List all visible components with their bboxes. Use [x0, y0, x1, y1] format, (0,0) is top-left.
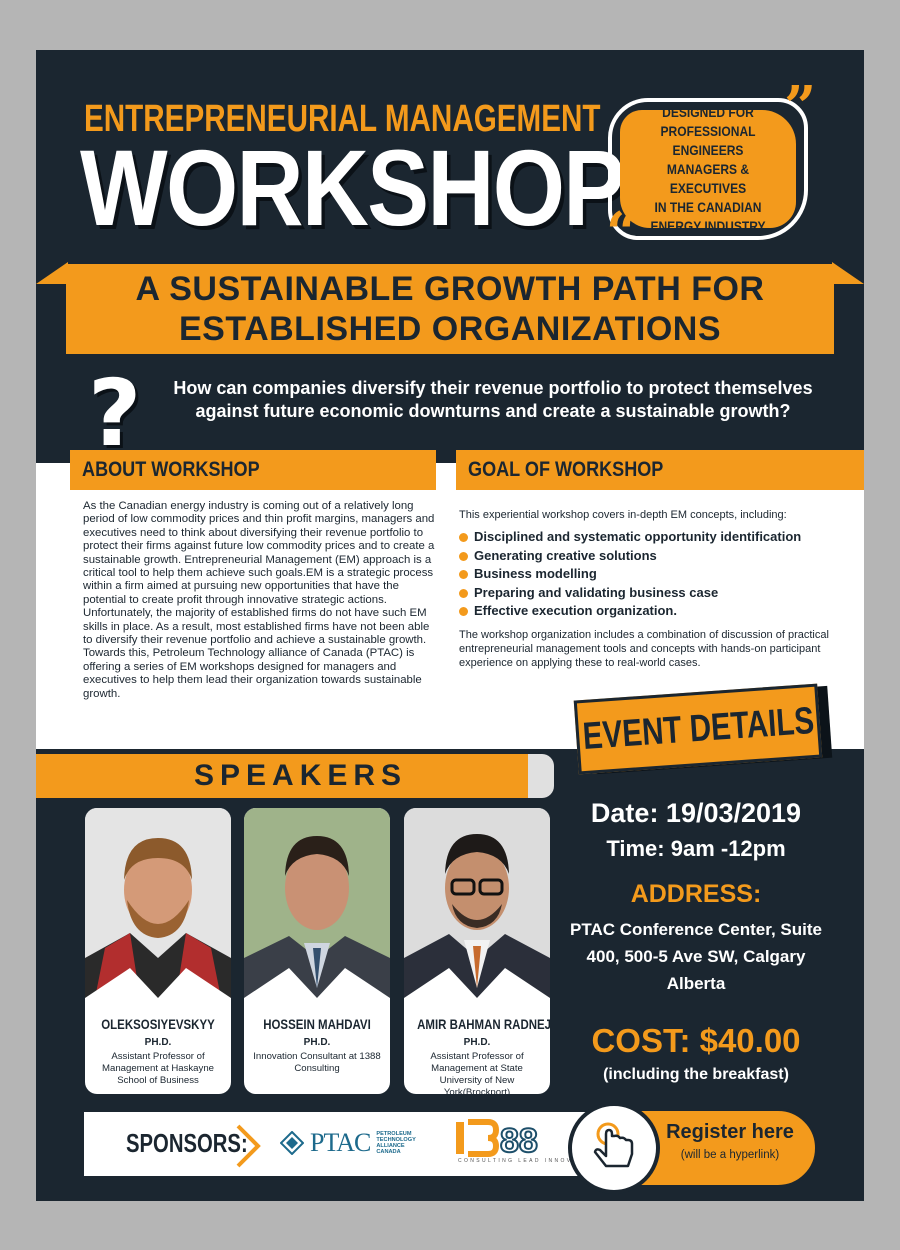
- event-date: Date: 19/03/2019: [590, 798, 802, 828]
- speaker-role: Innovation Consultant at 1388 Consulting: [253, 1051, 381, 1074]
- audience-line: IN THE CANADIAN: [654, 198, 762, 215]
- goal-item: Preparing and validating business case: [459, 584, 839, 603]
- goal-item-text: Business modelling: [474, 566, 597, 582]
- speaker-portrait-icon: [85, 808, 231, 998]
- speaker-degree: PH.D.: [303, 1037, 331, 1048]
- ptac-fullname-line: PETROLEUM: [376, 1130, 412, 1137]
- consulting-logo[interactable]: 88: [454, 1118, 550, 1163]
- address-label: ADDRESS:: [630, 880, 762, 908]
- bullet-icon: [459, 570, 468, 580]
- ptac-wordmark: PTAC: [310, 1128, 371, 1157]
- audience-box: DESIGNED FOR PROFESSIONAL ENGINEERS MANA…: [620, 104, 796, 234]
- ptac-logo[interactable]: PTAC PETROLEUM TECHNOLOGY ALLIANCE CANAD…: [280, 1128, 416, 1158]
- audience-text: DESIGNED FOR PROFESSIONAL ENGINEERS MANA…: [632, 103, 783, 236]
- cost-note: (including the breakfast): [603, 1066, 789, 1083]
- consulting-number: 88: [500, 1122, 538, 1158]
- question-text: How can companies diversify their revenu…: [173, 378, 813, 421]
- goal-item-text: Preparing and validating business case: [474, 584, 719, 600]
- speaker-name: HOSSEIN MAHDAVI: [263, 1016, 371, 1032]
- speaker-name: OLEKSOSIYEVSKYY: [101, 1016, 215, 1032]
- goal-heading: GOAL OF WORKSHOP: [468, 458, 664, 481]
- about-heading-tab: ABOUT WORKSHOP: [70, 450, 436, 490]
- poster: ENTREPRENEURIAL MANAGEMENT WORKSHOP DESI…: [36, 50, 864, 1201]
- audience-line: DESIGNED FOR: [662, 103, 754, 120]
- audience-line: PROFESSIONAL ENGINEERS: [660, 122, 756, 158]
- subtitle-line: ESTABLISHED ORGANIZATIONS: [178, 310, 721, 348]
- speakers-bar-curl: [528, 754, 554, 798]
- about-body: As the Canadian energy industry is comin…: [83, 500, 435, 700]
- ptac-fullname-line: CANADA: [376, 1149, 401, 1156]
- sponsors-label: SPONSORS:: [126, 1128, 248, 1158]
- consulting-1388-logo-icon: 88: [456, 1119, 539, 1161]
- goal-item: Business modelling: [459, 565, 839, 584]
- bullet-icon: [459, 588, 468, 598]
- goal-item-text: Effective execution organization.: [474, 603, 677, 619]
- ptac-fullname: PETROLEUM TECHNOLOGY ALLIANCE CANADA: [376, 1131, 415, 1156]
- subtitle-line: A SUSTAINABLE GROWTH PATH FOR: [135, 270, 765, 308]
- speaker-card: HOSSEIN MAHDAVI PH.D. Innovation Consult…: [244, 808, 390, 1094]
- banner-fold: [832, 262, 864, 284]
- ptac-diamond-icon: [280, 1131, 304, 1155]
- event-cost: COST: $40.00: [591, 1022, 801, 1059]
- speaker-photo: [244, 808, 390, 998]
- bullet-icon: [459, 533, 468, 542]
- pointing-hand-icon: [593, 1122, 634, 1168]
- goal-heading-tab: GOAL OF WORKSHOP: [456, 450, 864, 490]
- audience-line: MANAGERS & EXECUTIVES: [666, 160, 750, 196]
- speaker-card: AMIR BAHMAN RADNEJAD PH.D. Assistant Pro…: [404, 808, 550, 1094]
- goal-item: Effective execution organization.: [459, 602, 839, 621]
- goal-item-text: Generating creative solutions: [474, 547, 657, 563]
- speaker-card: OLEKSOSIYEVSKYY PH.D. Assistant Professo…: [85, 808, 231, 1094]
- banner-fold: [36, 262, 68, 284]
- speakers-title: SPEAKERS: [194, 759, 408, 792]
- speaker-name: AMIR BAHMAN RADNEJAD: [417, 1016, 550, 1032]
- speaker-portrait-icon: [404, 808, 550, 998]
- subtitle-text: A SUSTAINABLE GROWTH PATH FOR ESTABLISHE…: [136, 269, 765, 349]
- speaker-portrait-icon: [244, 808, 390, 998]
- question-mark-icon: ?: [88, 360, 142, 467]
- goal-item-text: Disciplined and systematic opportunity i…: [474, 529, 802, 544]
- goal-item: Generating creative solutions: [459, 547, 839, 566]
- register-note: (will be a hyperlink): [680, 1149, 780, 1161]
- audience-line: ENERGY INDUSTRY: [650, 217, 766, 234]
- subtitle-banner: A SUSTAINABLE GROWTH PATH FOR ESTABLISHE…: [66, 264, 834, 354]
- workshop-title: WORKSHOP: [80, 127, 625, 248]
- goal-outro: The workshop organization includes a com…: [459, 629, 829, 669]
- speaker-role: Assistant Professor of Management at Has…: [102, 1051, 214, 1086]
- register-hand-badge[interactable]: [568, 1102, 660, 1194]
- speaker-photo: [404, 808, 550, 998]
- event-time: Time: 9am -12pm: [606, 836, 786, 861]
- quote-mark-icon: “: [606, 200, 639, 266]
- speaker-degree: PH.D.: [144, 1037, 172, 1048]
- quote-mark-icon: ”: [784, 74, 817, 140]
- event-title: EVENT DETAILS: [580, 699, 815, 758]
- speaker-photo: [85, 808, 231, 998]
- register-label[interactable]: Register here: [652, 1121, 808, 1144]
- goal-intro: This experiential workshop covers in-dep…: [459, 509, 787, 521]
- speaker-role: Assistant Professor of Management at Sta…: [430, 1051, 524, 1094]
- goal-list: Disciplined and systematic opportunity i…: [459, 528, 839, 621]
- event-address: PTAC Conference Center, Suite 400, 500-5…: [570, 920, 822, 993]
- goal-item: Disciplined and systematic opportunity i…: [459, 528, 839, 547]
- about-heading: ABOUT WORKSHOP: [82, 458, 260, 481]
- speaker-degree: PH.D.: [463, 1037, 491, 1048]
- bullet-icon: [459, 551, 468, 561]
- bullet-icon: [459, 607, 468, 617]
- chevron-right-icon: [236, 1124, 261, 1168]
